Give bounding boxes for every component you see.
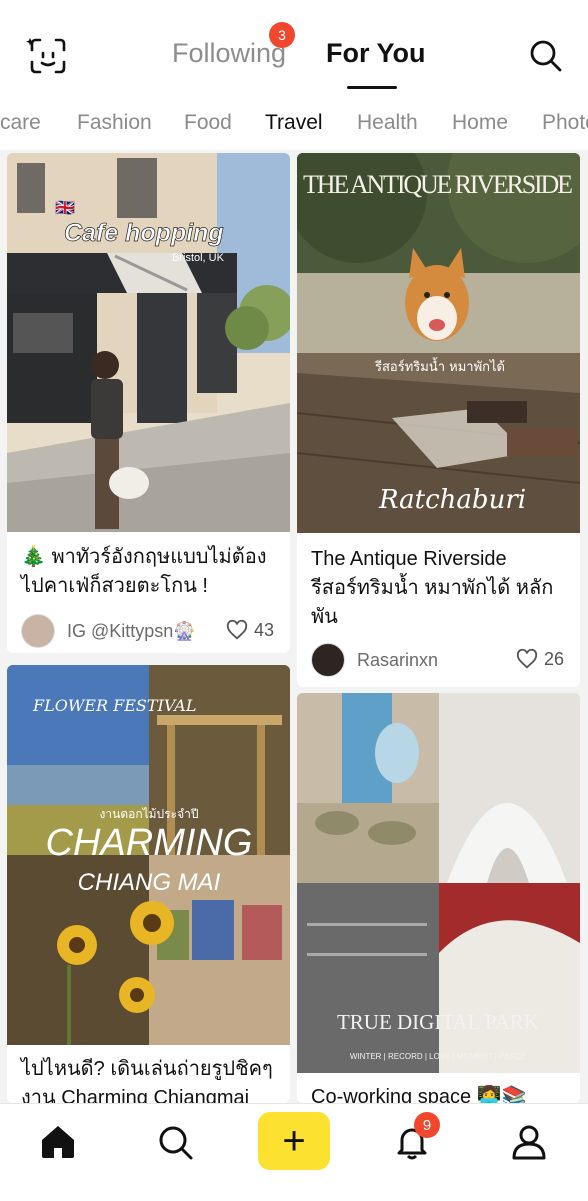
image-caption-text: Cafe hopping [64, 219, 224, 247]
post-image[interactable]: FLOWER FESTIVAL งานดอกไม้ประจำปี CHARMIN… [7, 665, 290, 1045]
bottom-navigation: + 9 [0, 1103, 588, 1201]
post-author[interactable]: Rasarinxn [311, 643, 438, 677]
search-icon[interactable] [155, 1122, 195, 1162]
category-photo[interactable]: Photo [542, 111, 588, 135]
post-title[interactable]: The Antique Riverside รีสอร์ทริมน้ำ หมาพ… [311, 545, 566, 632]
notification-badge: 9 [414, 1112, 440, 1138]
flag-glyph: 🇬🇧 [55, 199, 75, 217]
post-card-charming-chiangmai[interactable]: FLOWER FESTIVAL งานดอกไม้ประจำปี CHARMIN… [7, 665, 290, 1103]
search-icon[interactable] [528, 38, 564, 74]
avatar[interactable] [311, 643, 345, 677]
image-location-text: Bristol, UK [172, 252, 225, 264]
heart-icon [516, 648, 538, 669]
following-badge: 3 [269, 22, 295, 48]
category-care[interactable]: care [0, 111, 41, 135]
author-name: IG @Kittypsn🎡 [67, 620, 196, 641]
category-food[interactable]: Food [184, 111, 232, 135]
like-button[interactable]: 26 [516, 648, 564, 670]
home-icon[interactable] [38, 1122, 78, 1162]
post-title[interactable]: 🎄 พาทัวร์อังกฤษแบบไม่ต้อง ไปคาเฟ่ก็สวยตะ… [21, 543, 276, 601]
post-image[interactable]: THE ANTIQUE RIVERSIDE รีสอร์ทริมน้ำ หมาพ… [297, 153, 580, 533]
post-card-true-digital-park[interactable]: TRUE DIGITAL PARK WINTER | RECORD | LOVE… [297, 693, 580, 1103]
image-title-text: TRUE DIGITAL PARK [337, 1010, 539, 1034]
like-count: 26 [543, 648, 564, 669]
post-author[interactable]: IG @Kittypsn🎡 [21, 614, 196, 648]
active-tab-indicator [347, 86, 397, 89]
image-sub-text: CHIANG MAI [78, 869, 221, 896]
post-image[interactable]: Bristol, UK 🇬🇧 Cafe hopping [7, 153, 290, 532]
category-health[interactable]: Health [357, 111, 418, 135]
top-bar: Following 3 For You [0, 0, 588, 92]
post-image[interactable]: TRUE DIGITAL PARK WINTER | RECORD | LOVE… [297, 693, 580, 1073]
add-post-button[interactable]: + [258, 1112, 330, 1170]
tab-following[interactable]: Following [172, 38, 286, 69]
post-card-antique-riverside[interactable]: THE ANTIQUE RIVERSIDE รีสอร์ทริมน้ำ หมาพ… [297, 153, 580, 687]
ai-face-scan-icon[interactable] [26, 36, 70, 76]
post-card-cafe-hopping[interactable]: Bristol, UK 🇬🇧 Cafe hopping 🎄 พาทัวร์อัง… [7, 153, 290, 653]
image-title-line: THE ANTIQUE RIVERSIDE [303, 170, 573, 199]
category-home[interactable]: Home [452, 111, 508, 135]
post-title[interactable]: ไปไหนดี? เดินเล่นถ่ายรูปชิคๆ งาน Charmin… [21, 1055, 276, 1103]
image-subtitle: รีสอร์ทริมน้ำ หมาพักได้ [374, 357, 505, 375]
heart-icon [226, 619, 248, 640]
post-title[interactable]: Co-working space 👩‍💻📚 [311, 1083, 566, 1103]
image-small-text: งานดอกไม้ประจำปี [100, 807, 199, 821]
category-fashion[interactable]: Fashion [77, 111, 152, 135]
category-bar: care Fashion Food Travel Health Home Pho… [0, 92, 588, 150]
image-script-text: Ratchaburi [378, 485, 526, 515]
category-travel[interactable]: Travel [265, 111, 323, 135]
like-button[interactable]: 43 [226, 619, 274, 641]
like-count: 43 [253, 619, 274, 640]
add-icon: + [282, 1119, 306, 1163]
image-top-text: FLOWER FESTIVAL [32, 696, 196, 715]
profile-icon[interactable] [509, 1122, 549, 1162]
image-tags-text: WINTER | RECORD | LOVE | MOMENT | PEACE [350, 1052, 526, 1061]
author-name: Rasarinxn [357, 649, 439, 670]
tab-for-you[interactable]: For You [326, 38, 426, 69]
image-main-text: CHARMING [46, 822, 253, 864]
avatar[interactable] [21, 614, 55, 648]
